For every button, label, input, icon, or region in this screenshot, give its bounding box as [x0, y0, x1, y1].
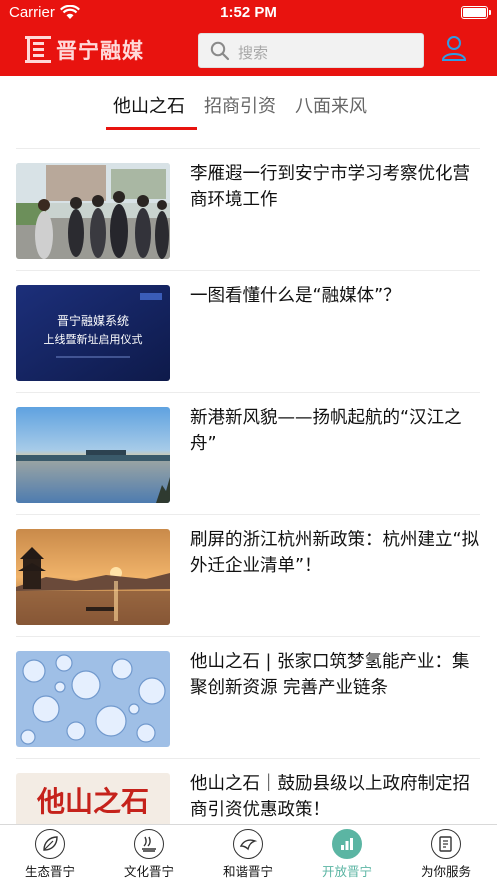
- tab-label: 为你服务: [420, 864, 471, 879]
- app-title: 晋宁融媒: [56, 39, 144, 63]
- thumb-ceremony-line2: 上线暨新址启用仪式: [44, 332, 143, 346]
- bottom-tab-bar: 生态晋宁 文化晋宁 和谐晋宁 开放晋宁 为你服务: [0, 824, 497, 883]
- search-placeholder: 搜索: [238, 44, 269, 62]
- news-item[interactable]: 刷屏的浙江杭州新政策：杭州建立“拟外迁企业清单”！: [16, 514, 480, 636]
- tab-bamianlaifeng[interactable]: 八面来风: [295, 92, 367, 118]
- tab-open-jinning[interactable]: 开放晋宁: [302, 829, 392, 883]
- chart-icon: [332, 829, 362, 859]
- news-title: 新港新风貌——扬帆起航的“汉江之舟”: [190, 408, 462, 454]
- news-thumbnail: 晋宁融媒系统 上线暨新址启用仪式: [16, 285, 170, 381]
- logo-mark-icon: [25, 36, 51, 63]
- tab-zhaoshangyinzi[interactable]: 招商引资: [204, 92, 276, 118]
- news-title: 刷屏的浙江杭州新政策：杭州建立“拟外迁企业清单”！: [190, 530, 480, 576]
- battery-icon: [461, 6, 491, 19]
- tab-label: 生态晋宁: [24, 864, 75, 879]
- tab-culture-jinning[interactable]: 文化晋宁: [104, 829, 194, 883]
- culture-icon: [134, 829, 164, 859]
- news-thumbnail: [16, 651, 170, 747]
- status-bar: Carrier 1:52 PM: [0, 0, 497, 26]
- thumb-calligraphy-text: 他山之石: [36, 785, 149, 818]
- news-thumbnail: [16, 163, 170, 259]
- search-bar[interactable]: 搜索: [198, 33, 424, 68]
- news-title: 他山之石｜鼓励县级以上政府制定招商引资优惠政策！: [190, 774, 470, 820]
- app-header: Carrier 1:52 PM 晋宁融媒 搜索: [0, 0, 497, 76]
- tab-tashanzhishi[interactable]: 他山之石: [113, 92, 185, 118]
- news-item[interactable]: 他山之石 | 张家口筑梦氢能产业：集聚创新资源 完善产业链条: [16, 636, 480, 758]
- news-item[interactable]: 李雁遐一行到安宁市学习考察优化营商环境工作: [16, 148, 480, 270]
- category-tabs: 他山之石 招商引资 八面来风: [0, 76, 497, 132]
- tab-label: 和谐晋宁: [222, 864, 273, 879]
- leaf-icon: [35, 829, 65, 859]
- tab-label: 开放晋宁: [321, 864, 372, 879]
- tab-harmony-jinning[interactable]: 和谐晋宁: [203, 829, 293, 883]
- service-icon: [431, 829, 461, 859]
- thumb-ceremony-line1: 晋宁融媒系统: [57, 313, 129, 328]
- search-icon: [210, 41, 230, 61]
- news-thumbnail: [16, 407, 170, 503]
- app-logo: 晋宁融媒: [24, 34, 144, 66]
- tab-service-for-you[interactable]: 为你服务: [401, 829, 491, 883]
- news-title: 李雁遐一行到安宁市学习考察优化营商环境工作: [190, 164, 470, 210]
- dove-icon: [233, 829, 263, 859]
- active-tab-indicator: [106, 127, 197, 130]
- tab-label: 文化晋宁: [123, 864, 174, 879]
- user-profile-icon[interactable]: [440, 34, 468, 62]
- news-item[interactable]: 新港新风貌——扬帆起航的“汉江之舟”: [16, 392, 480, 514]
- news-title: 他山之石 | 张家口筑梦氢能产业：集聚创新资源 完善产业链条: [190, 652, 470, 698]
- news-item[interactable]: 晋宁融媒系统 上线暨新址启用仪式 一图看懂什么是“融媒体”？: [16, 270, 480, 392]
- news-thumbnail: [16, 529, 170, 625]
- news-title: 一图看懂什么是“融媒体”？: [190, 286, 401, 306]
- status-time: 1:52 PM: [220, 4, 277, 21]
- tab-ecology-jinning[interactable]: 生态晋宁: [5, 829, 95, 883]
